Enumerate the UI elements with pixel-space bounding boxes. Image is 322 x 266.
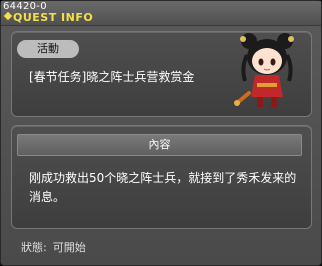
status-label: 狀態: <box>21 241 47 254</box>
window-title: QUEST INFO <box>13 11 94 24</box>
quest-info-window: 64420-0 QUEST INFO 活動 [春节任务]晓之阵士兵营救赏金 內容… <box>0 0 322 266</box>
quest-category-tag: 活動 <box>17 40 79 58</box>
content-text: 刚成功救出50个晓之阵士兵，就接到了秀禾发来的消息。 <box>29 171 297 204</box>
quest-status: 狀態: 可開始 <box>21 239 92 255</box>
content-header: 內容 <box>17 134 302 156</box>
title-diamond-icon <box>3 11 13 21</box>
quest-name: [春节任务]晓之阵士兵营救赏金 <box>29 70 195 84</box>
status-value: 可開始 <box>52 241 86 254</box>
title-bar[interactable]: 64420-0 QUEST INFO <box>1 1 321 26</box>
npc-portrait <box>234 33 294 107</box>
